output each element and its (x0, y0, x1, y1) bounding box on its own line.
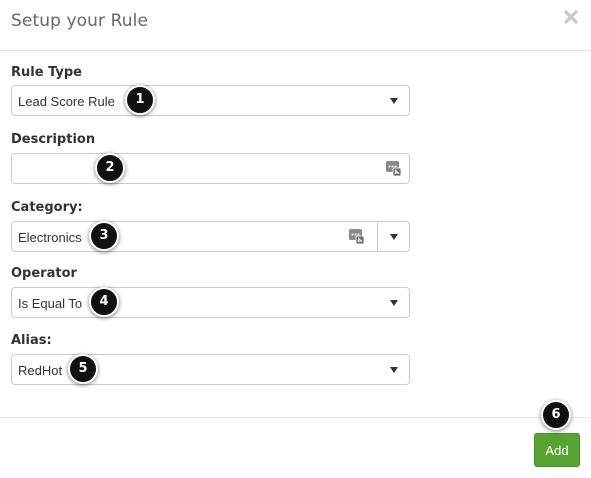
callout-marker-4: 4 (89, 287, 119, 317)
chevron-down-icon (390, 300, 398, 306)
description-input[interactable] (11, 153, 410, 184)
category-dropdown-toggle[interactable] (378, 222, 410, 251)
category-label: Category: (11, 200, 83, 215)
callout-marker-5: 5 (68, 354, 98, 384)
description-label: Description (11, 132, 96, 147)
dialog-footer (0, 417, 591, 478)
chevron-down-icon (390, 234, 398, 240)
operator-label: Operator (11, 266, 77, 281)
rule-type-select[interactable]: Lead Score Rule (11, 85, 410, 116)
category-select[interactable]: Electronics (11, 221, 410, 252)
alias-value: RedHot (18, 363, 63, 378)
chevron-down-icon (390, 367, 398, 373)
rule-type-label: Rule Type (11, 65, 82, 80)
callout-marker-1: 1 (125, 85, 155, 115)
category-value: Electronics (18, 230, 82, 245)
operator-select[interactable]: Is Equal To (11, 287, 410, 318)
dialog-title: Setup your Rule (11, 11, 149, 31)
rule-type-value: Lead Score Rule (18, 94, 115, 109)
callout-marker-2: 2 (95, 153, 125, 183)
close-icon[interactable] (561, 7, 581, 27)
variable-picker-icon[interactable] (386, 161, 402, 177)
dialog-header: Setup your Rule (0, 0, 591, 51)
callout-marker-3: 3 (89, 221, 119, 251)
setup-rule-dialog: Setup your Rule Rule Type Lead Score Rul… (0, 0, 591, 477)
chevron-down-icon (390, 98, 398, 104)
callout-marker-6: 6 (541, 400, 571, 430)
alias-label: Alias: (11, 333, 52, 348)
operator-value: Is Equal To (18, 296, 83, 311)
add-button[interactable]: Add (534, 433, 580, 467)
variable-picker-icon[interactable] (349, 229, 365, 245)
